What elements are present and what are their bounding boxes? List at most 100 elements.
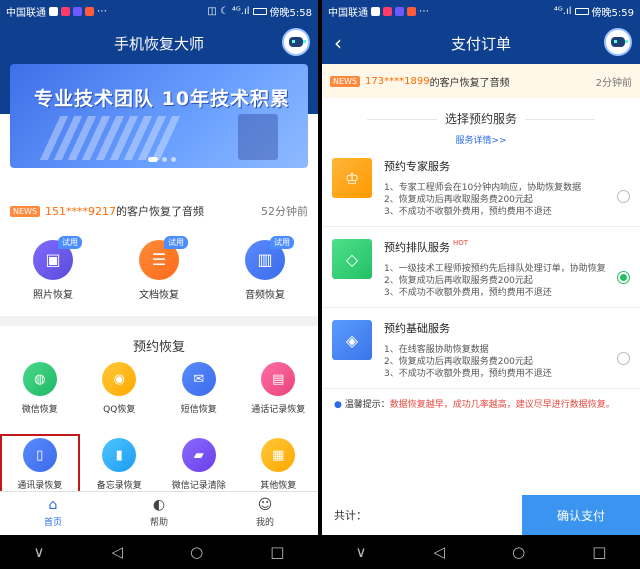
ticker-time: 52分钟前 (261, 205, 308, 218)
signal-icon: ⁴ᴳ.ıl (553, 5, 572, 17)
recovery-item-label: 备忘录恢复 (96, 481, 142, 491)
bullet-dot-icon: ● (334, 400, 342, 410)
call-log-icon: ▤ (261, 362, 296, 396)
service-radio[interactable] (617, 190, 630, 203)
status-bar: 中国联通 ⋯ ◫ ☾ ⁴ᴳ.ıl 傍晚5:58 (0, 0, 318, 22)
trial-badge: 试用 (270, 235, 294, 249)
service-info: 预约专家服务 1、专家工程师会在10分钟内响应，协助恢复数据 2、恢复成功后再收取服… (384, 158, 630, 218)
collapse-icon[interactable]: ∨ (34, 543, 45, 561)
service-radio[interactable] (617, 271, 630, 284)
section-heading-text: 选择预约服务 (444, 112, 517, 126)
back-arrow-icon[interactable]: ‹ (334, 31, 342, 55)
service-desc-line: 2、恢复成功后再收取服务费200元起 (384, 195, 533, 205)
wechat-clear-icon: ▰ (181, 438, 216, 472)
trial-feature-label: 文档恢复 (139, 289, 179, 301)
collapse-icon[interactable]: ∨ (356, 543, 367, 561)
back-nav-icon[interactable]: ◁ (112, 543, 124, 561)
promo-banner[interactable]: 专业技术团队 10年技术积累 (10, 64, 308, 168)
system-nav-bar: ∨ ◁ ○ □ (0, 535, 318, 569)
banner-text: 专业技术团队 10年技术积累 (34, 88, 291, 110)
recovery-item-1[interactable]: ◉ QQ恢复 (80, 358, 160, 428)
service-info: 预约基础服务 1、在线客服协助恢复数据 2、恢复成功后再收取服务费200元起 3、不成… (384, 320, 630, 380)
tab-0[interactable]: ⌂ 首页 (0, 492, 106, 535)
diamond-icon: ◇ (332, 239, 372, 279)
tab-1[interactable]: ◐ 帮助 (106, 492, 212, 535)
service-name-row: 预约排队服务 HOT (384, 239, 612, 255)
app-notification-icon (395, 6, 404, 16)
news-badge: NEWS (330, 75, 361, 87)
service-radio[interactable] (617, 352, 630, 365)
home-nav-icon[interactable]: ○ (190, 543, 203, 561)
tip-text: 数据恢复越早，成功几率越高，建议尽早进行数据恢复。 (389, 400, 615, 410)
service-name: 预约排队服务 (384, 241, 450, 254)
wechat-icon: ◍ (22, 362, 57, 396)
carousel-indicator (148, 157, 176, 162)
trial-feature-1[interactable]: 试用 ☰ 文档恢复 (124, 235, 194, 301)
service-option-0[interactable]: ♔ 预约专家服务 1、专家工程师会在10分钟内响应，协助恢复数据 2、恢复成功后再收取… (322, 146, 640, 227)
clock: 傍晚5:58 (269, 7, 312, 19)
service-name-row: 预约基础服务 (384, 320, 612, 336)
grid-icon: ▦ (261, 438, 296, 472)
home-screen: 中国联通 ⋯ ◫ ☾ ⁴ᴳ.ıl 傍晚5:58 手机恢复大师 专业技术团队 10… (0, 0, 318, 569)
recovery-item-label: QQ恢复 (103, 405, 136, 415)
recovery-item-0[interactable]: ◍ 微信恢复 (0, 358, 80, 428)
service-info: 预约排队服务 HOT 1、一级技术工程师按预约先后排队处理订单，协助恢复 2、恢复成功… (384, 239, 630, 299)
recovery-item-2[interactable]: ✉ 短信恢复 (159, 358, 239, 428)
tab-label: 我的 (255, 518, 274, 528)
service-option-2[interactable]: ◈ 预约基础服务 1、在线客服协助恢复数据 2、恢复成功后再收取服务费200元起 3、不… (322, 308, 640, 389)
tab-label: 首页 (43, 518, 62, 528)
service-option-1[interactable]: ◇ 预约排队服务 HOT 1、一级技术工程师按预约先后排队处理订单，协助恢复 2、恢复成… (322, 227, 640, 308)
service-desc-line: 2、恢复成功后再收取服务费200元起 (384, 357, 533, 367)
recovery-item-label: 其他恢复 (260, 481, 297, 491)
hero-area: 专业技术团队 10年技术积累 (0, 64, 318, 198)
recents-icon[interactable]: □ (270, 543, 284, 561)
confirm-pay-button[interactable]: 确认支付 (522, 495, 640, 535)
signal-icon: ⁴ᴳ.ıl (231, 5, 250, 17)
news-ticker: NEWS 151****9217 的客户恢复了音频 52分钟前 (0, 198, 318, 224)
app-notification-icon (73, 6, 82, 16)
more-notifications-icon: ⋯ (419, 5, 429, 17)
service-desc-line: 2、恢复成功后再收取服务费200元起 (384, 276, 533, 286)
system-nav-bar: ∨ ◁ ○ □ (322, 535, 640, 569)
hot-badge: HOT (453, 239, 469, 247)
more-notifications-icon: ⋯ (97, 5, 107, 17)
recovery-item-3[interactable]: ▤ 通话记录恢复 (239, 358, 319, 428)
recents-icon[interactable]: □ (592, 543, 606, 561)
recovery-item-label: 通讯录恢复 (17, 481, 63, 491)
contacts-icon: ▯ (22, 438, 57, 472)
status-icons: ◫ ☾ (207, 5, 229, 17)
ticker-phone: 173****1899 (365, 75, 430, 87)
page-title: 支付订单 (450, 34, 511, 53)
trial-feature-0[interactable]: 试用 ▣ 照片恢复 (18, 235, 88, 301)
robot-assistant-icon[interactable] (282, 28, 310, 56)
qq-icon: ◉ (102, 362, 137, 396)
title-bar: 手机恢复大师 (0, 22, 318, 64)
appointment-section: 预约恢复 ◍ 微信恢复 ◉ QQ恢复 ✉ 短信恢复 ▤ 通话记录恢复 ▯ 通讯录恢复 ▮ 备忘录恢复 ▰… (0, 326, 318, 510)
carrier-label: 中国联通 (6, 7, 46, 19)
service-list: ♔ 预约专家服务 1、专家工程师会在10分钟内响应，协助恢复数据 2、恢复成功后再收取… (322, 146, 640, 389)
service-desc-line: 3、不成功不收额外费用，预约费用不退还 (384, 207, 552, 217)
total-label: 共计： (334, 509, 367, 522)
home-nav-icon[interactable]: ○ (512, 543, 525, 561)
back-nav-icon[interactable]: ◁ (434, 543, 446, 561)
clock: 傍晚5:59 (591, 7, 634, 19)
service-desc-line: 1、在线客服协助恢复数据 (384, 345, 489, 355)
service-desc-line: 3、不成功不收额外费用，预约费用不退还 (384, 369, 552, 379)
help-icon: ◐ (152, 497, 166, 513)
service-details-link[interactable]: 服务详情>> (322, 133, 640, 146)
recovery-item-label: 通话记录恢复 (251, 405, 306, 415)
tab-2[interactable]: ☺ 我的 (212, 492, 318, 535)
trial-badge: 试用 (164, 235, 188, 249)
battery-icon (574, 7, 589, 15)
banner-graphic (39, 116, 181, 160)
battery-icon (252, 7, 267, 15)
ticker-text: 的客户恢复了音频 (429, 77, 510, 89)
layers-icon: ◈ (332, 320, 372, 360)
service-name: 预约基础服务 (384, 322, 450, 335)
trial-feature-2[interactable]: 试用 ▥ 音频恢复 (230, 235, 300, 301)
trial-badge: 试用 (58, 235, 82, 249)
service-desc-line: 1、一级技术工程师按预约先后排队处理订单，协助恢复 (384, 264, 606, 274)
trial-feature-label: 照片恢复 (33, 289, 73, 301)
tab-label: 帮助 (149, 518, 168, 528)
robot-assistant-icon[interactable] (604, 28, 632, 56)
